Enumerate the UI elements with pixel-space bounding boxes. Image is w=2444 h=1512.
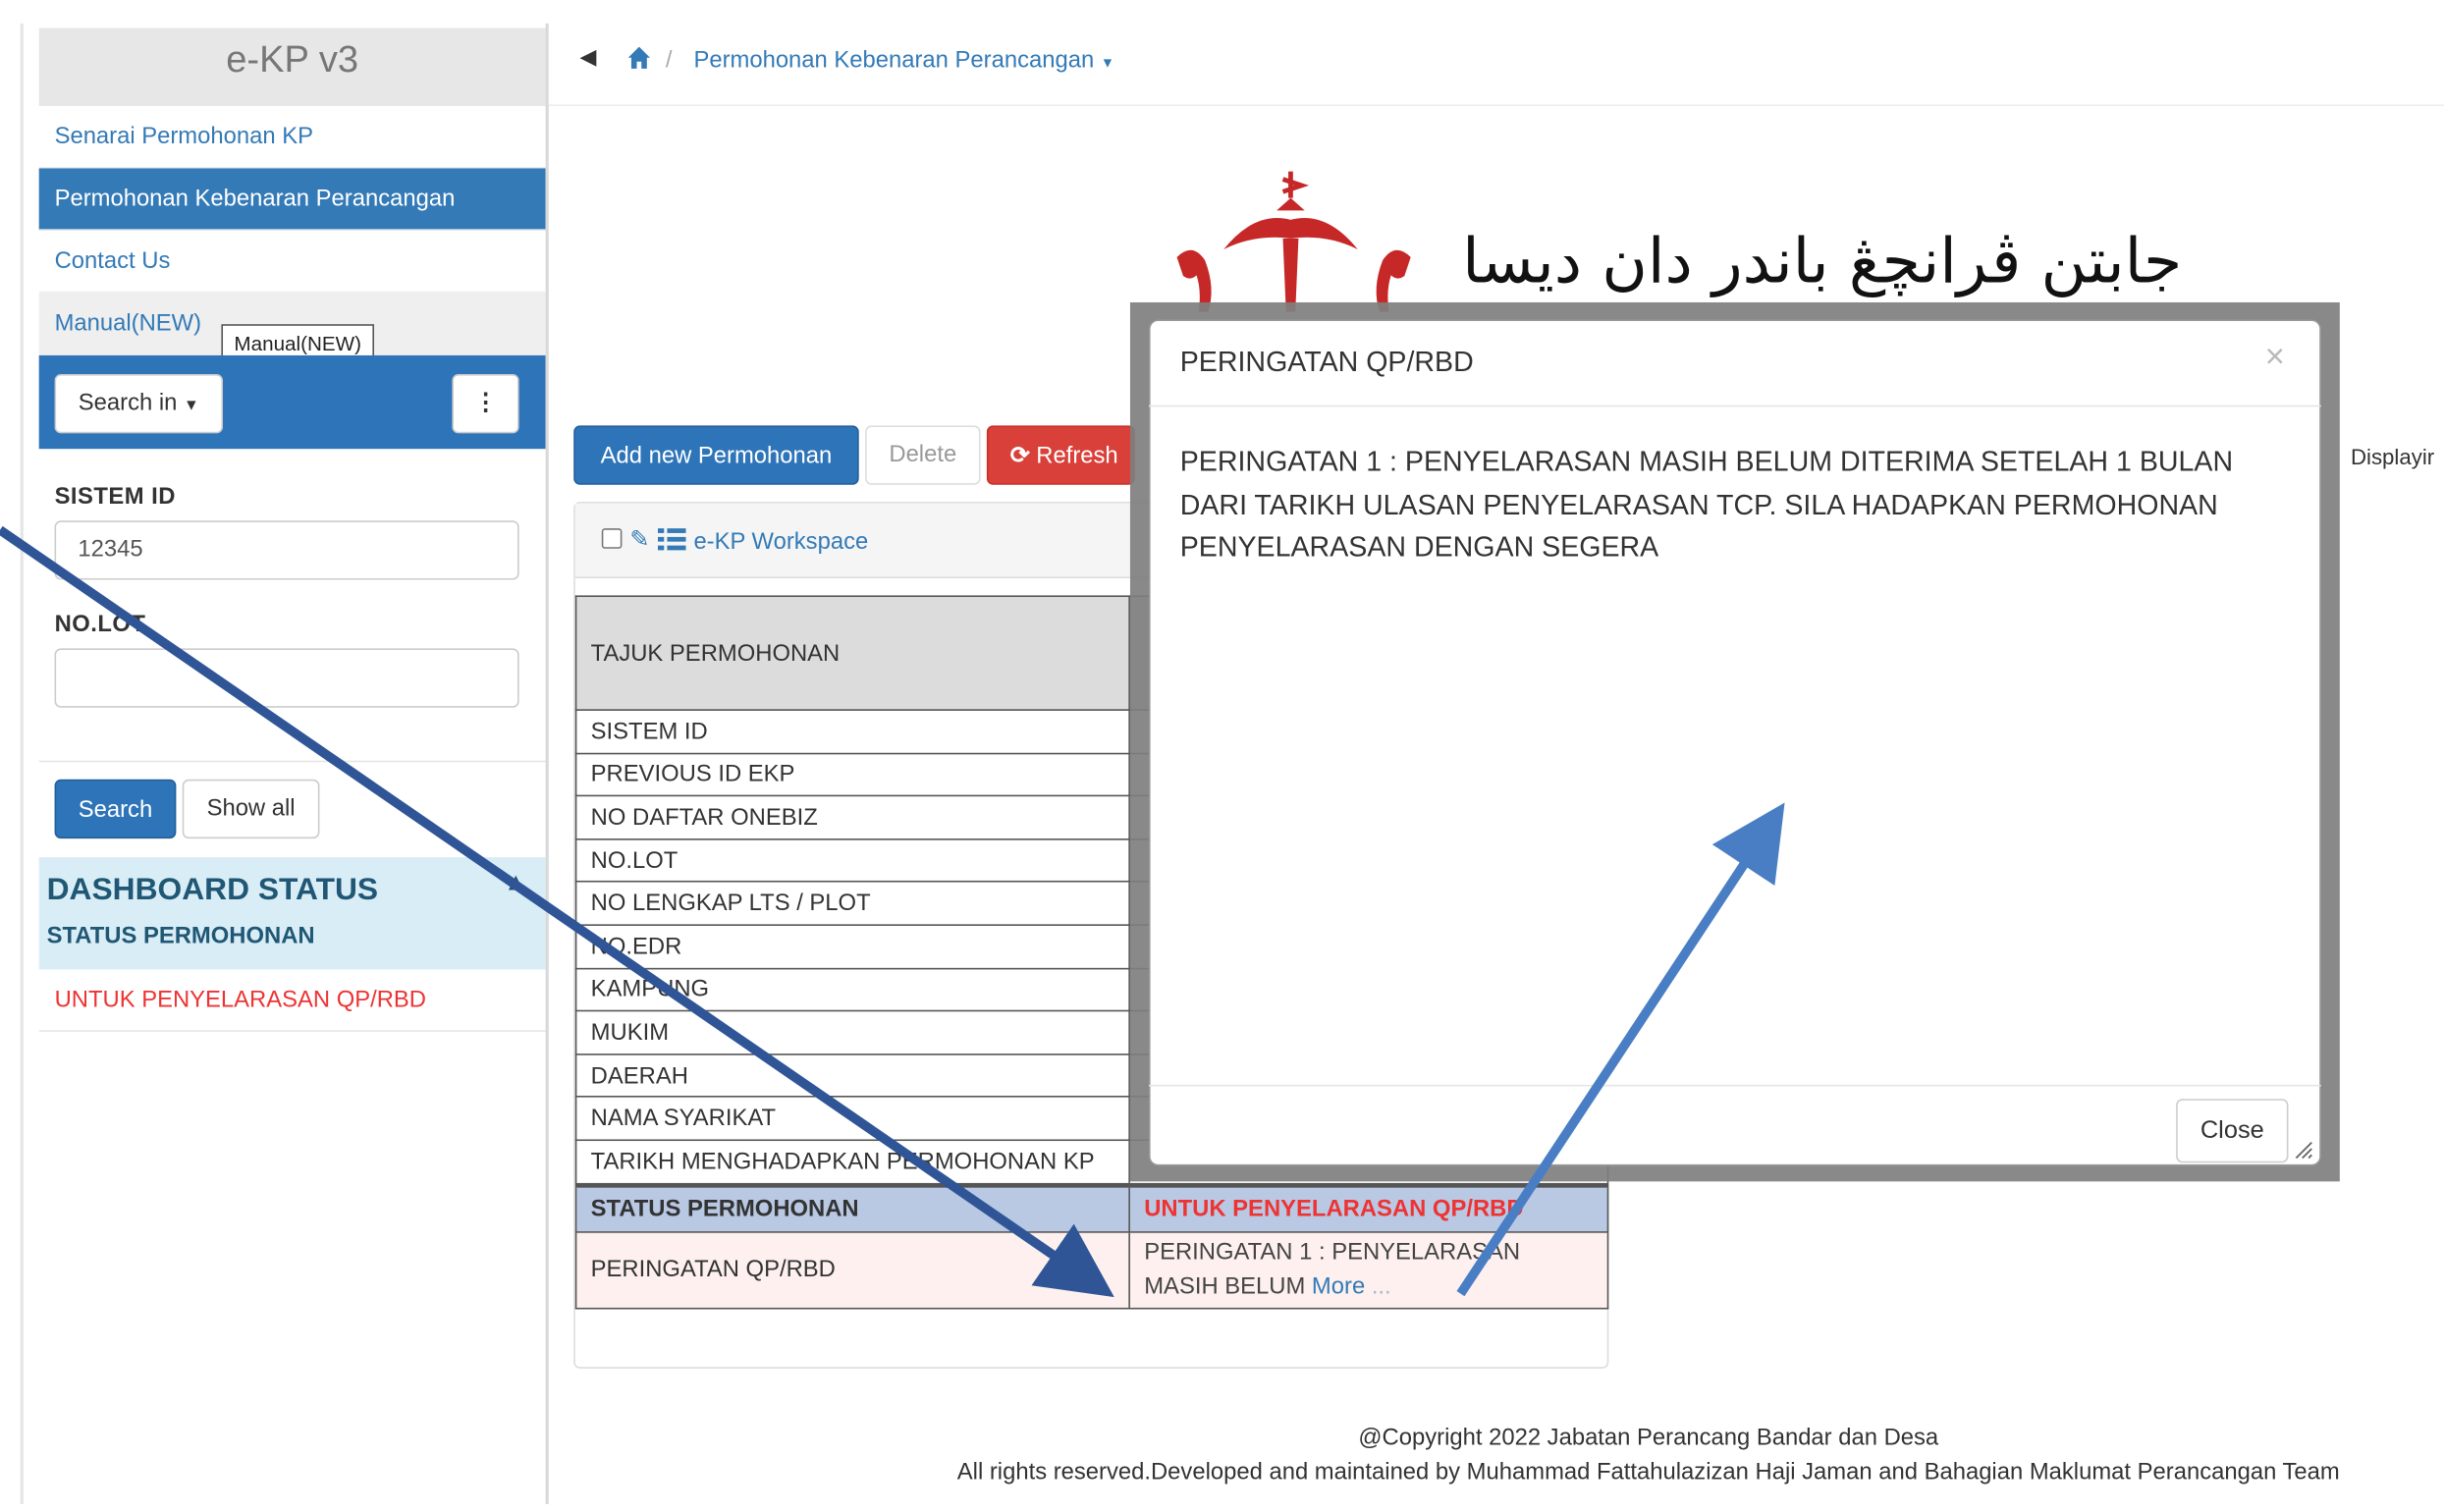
jpbd-emblem-logo xyxy=(1176,171,1411,312)
no-lot-label: NO.LOT xyxy=(54,611,146,638)
more-link[interactable]: More xyxy=(1312,1272,1365,1299)
status-row: STATUS PERMOHONAN UNTUK PENYELARASAN QP/… xyxy=(574,1182,1609,1232)
row-label: NO.EDR xyxy=(574,924,1130,969)
dashboard-subtitle: STATUS PERMOHONAN xyxy=(46,922,315,949)
jawi-title: جابتن ڤرانچڠ باندر دان ديسا xyxy=(1462,226,2183,298)
breadcrumb-current[interactable]: Permohonan Kebenaran Perancangan ▼ xyxy=(693,47,1114,74)
warning-line2: MASIH BELUM xyxy=(1144,1272,1306,1300)
modal-close-button[interactable]: Close xyxy=(2176,1099,2289,1163)
divider xyxy=(38,760,546,763)
app-brand[interactable]: e-KP v3 xyxy=(38,27,546,106)
dashboard-title: DASHBOARD STATUS xyxy=(46,873,379,907)
refresh-icon: ⟳ xyxy=(1009,442,1030,469)
footer-credits: All rights reserved.Developed and mainta… xyxy=(956,1458,2340,1485)
row-label: PREVIOUS ID EKP xyxy=(574,752,1130,797)
modal-title: PERINGATAN QP/RBD xyxy=(1179,346,1474,378)
footer-copyright: @Copyright 2022 Jabatan Perancang Bandar… xyxy=(1358,1424,1939,1451)
status-value: UNTUK PENYELARASAN QP/RBD xyxy=(1128,1182,1609,1232)
sidebar-item-senarai-permohonan[interactable]: Senarai Permohonan KP xyxy=(38,106,546,169)
no-lot-input[interactable] xyxy=(54,648,519,708)
home-icon[interactable] xyxy=(626,45,651,70)
row-label: DAERAH xyxy=(574,1053,1130,1099)
displaying-text: Displayir xyxy=(2350,444,2435,469)
warning-line1: PERINGATAN 1 : PENYELARASAN xyxy=(1144,1238,1521,1266)
back-caret-icon[interactable]: ◀ xyxy=(580,43,597,70)
modal-header-divider xyxy=(1148,405,2321,407)
row-label: TARIKH MENGHADAPKAN PERMOHONAN KP xyxy=(574,1139,1130,1186)
modal-close-icon[interactable]: × xyxy=(2265,337,2285,377)
row-label: KAMPUNG xyxy=(574,967,1130,1012)
select-all-checkbox[interactable] xyxy=(601,528,623,549)
warning-row: PERINGATAN QP/RBD PERINGATAN 1 : PENYELA… xyxy=(574,1230,1609,1309)
more-dots: ... xyxy=(1365,1272,1391,1300)
modal-body-text: PERINGATAN 1 : PENYELARASAN MASIH BELUM … xyxy=(1179,446,2234,564)
list-icon[interactable] xyxy=(657,527,686,552)
warning-value: PERINGATAN 1 : PENYELARASAN MASIH BELUM … xyxy=(1128,1230,1609,1309)
breadcrumb-separator: / xyxy=(665,46,673,74)
sidebar-item-permohonan-kebenaran[interactable]: Permohonan Kebenaran Perancangan xyxy=(38,168,546,231)
delete-button[interactable]: Delete xyxy=(865,425,981,485)
row-label: NO LENGKAP LTS / PLOT xyxy=(574,881,1130,926)
sidebar-divider xyxy=(545,23,549,1504)
show-all-button[interactable]: Show all xyxy=(182,779,320,839)
refresh-button[interactable]: ⟳ Refresh xyxy=(986,425,1135,485)
more-options-icon[interactable]: ⋮ xyxy=(452,374,519,434)
workspace-title[interactable]: e-KP Workspace xyxy=(693,528,868,555)
add-new-permohonan-button[interactable]: Add new Permohonan xyxy=(573,425,859,485)
sistem-id-input[interactable]: 12345 xyxy=(54,520,519,580)
status-label: STATUS PERMOHONAN xyxy=(574,1182,1130,1232)
warning-line2-wrap: MASIH BELUM More ... xyxy=(1144,1269,1593,1304)
caret-down-icon: ▼ xyxy=(1100,54,1115,71)
sidebar: e-KP v3 Senarai Permohonan KP Permohonan… xyxy=(0,0,549,1512)
breadcrumb-current-label: Permohonan Kebenaran Perancangan xyxy=(693,46,1095,74)
resize-grip-icon[interactable] xyxy=(2292,1138,2313,1160)
row-label: NAMA SYARIKAT xyxy=(574,1096,1130,1141)
collapse-caret-icon[interactable]: ▲ xyxy=(504,870,528,898)
sistem-id-label: SISTEM ID xyxy=(54,483,176,511)
table-header-label: TAJUK PERMOHONAN xyxy=(574,595,1130,711)
sidebar-left-border xyxy=(20,23,24,1504)
row-label: SISTEM ID xyxy=(574,709,1130,754)
caret-down-icon: ▼ xyxy=(184,397,199,415)
modal-footer-divider xyxy=(1148,1084,2321,1087)
pencil-icon[interactable]: ✎ xyxy=(629,525,649,554)
warning-label: PERINGATAN QP/RBD xyxy=(574,1230,1130,1309)
search-button[interactable]: Search xyxy=(54,779,177,839)
dashboard-item-penyelarasan[interactable]: UNTUK PENYELARASAN QP/RBD xyxy=(38,969,546,1032)
search-in-dropdown[interactable]: Search in ▼ xyxy=(54,374,224,434)
row-label: MUKIM xyxy=(574,1009,1130,1055)
row-label: NO.LOT xyxy=(574,837,1130,884)
sidebar-item-contact-us[interactable]: Contact Us xyxy=(38,231,546,294)
search-in-label: Search in xyxy=(78,389,178,416)
refresh-label: Refresh xyxy=(1036,442,1118,469)
row-label: NO DAFTAR ONEBIZ xyxy=(574,794,1130,840)
